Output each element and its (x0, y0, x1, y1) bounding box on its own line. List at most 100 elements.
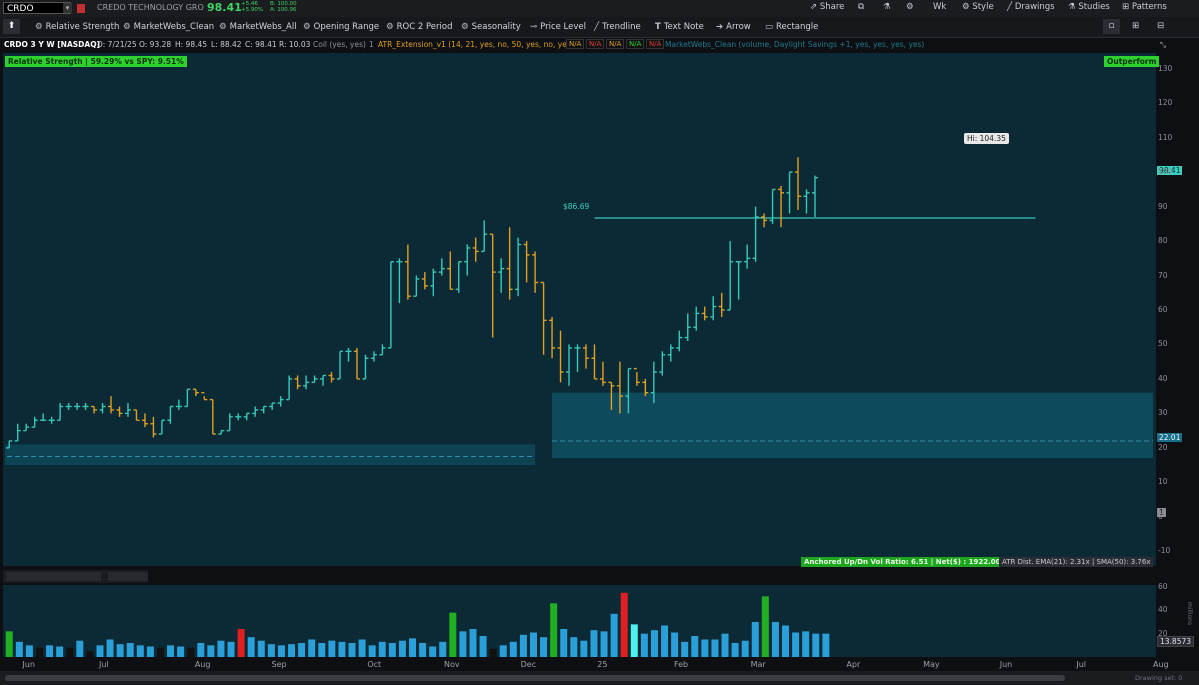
price-change: +5.46 +5.90% (241, 1, 264, 13)
price-panel[interactable] (3, 53, 1156, 566)
tool-price-level[interactable]: ⊸ Price Level (530, 22, 586, 32)
info-high: H: 98.45 (175, 40, 208, 49)
y-tick-label: 70 (1158, 270, 1168, 280)
na-badge: N/A (646, 39, 665, 49)
na-badge: N/A (586, 39, 605, 49)
x-tick-label: Jun (999, 660, 1013, 669)
info-atr: ATR_Extension_v1 (14, 21, yes, no, 50, y… (378, 40, 574, 49)
studies-button[interactable]: ⚗ Studies (1068, 2, 1110, 12)
drawings-button[interactable]: ╱ Drawings (1007, 2, 1055, 12)
symbol-input[interactable]: CRDO (3, 2, 71, 14)
volume-tick-label: 20 (1158, 628, 1168, 638)
y-tick-label: 50 (1158, 339, 1168, 349)
price-level-icon: ⊸ (530, 22, 538, 32)
x-tick-label: Jul (1076, 660, 1087, 669)
na-badge: N/A (606, 39, 625, 49)
study-icon: ⚙ (461, 22, 469, 32)
patterns-button[interactable]: ⊞ Patterns (1122, 2, 1167, 12)
drawing-set-label: Drawing set: 0 (1135, 674, 1183, 682)
tool-marketwebs-all[interactable]: ⚙ MarketWebs_All (219, 22, 297, 32)
y-tick-label: 0 (1158, 511, 1163, 521)
panel-separator (3, 570, 148, 583)
study-icon: ⚙ (35, 22, 43, 32)
info-close: C: 98.41 (245, 40, 277, 49)
info-one: 1 (369, 40, 374, 49)
anchored-vol-label: Anchored Up/Dn Vol Ratio: 6.51 | Net($) … (801, 557, 1011, 567)
y-tick-label: 80 (1158, 236, 1168, 246)
share-button[interactable]: ⇗ Share (810, 2, 844, 12)
symbol-dropdown-icon[interactable]: ▾ (63, 3, 72, 13)
tool-marketwebs-clean[interactable]: ⚙ MarketWebs_Clean (123, 22, 214, 32)
cursor-icon[interactable]: ⬆ (3, 19, 20, 34)
level-badge: 22.01 (1157, 433, 1183, 442)
y-tick-label: 130 (1158, 63, 1173, 73)
info-coil: Coil (yes, yes) (313, 40, 366, 49)
style-icon: ⚙ (962, 2, 970, 12)
tool-seasonality[interactable]: ⚙ Seasonality (461, 22, 521, 32)
tool-relative-strength[interactable]: ⚙ Relative Strength (35, 22, 119, 32)
x-tick-label: 25 (597, 660, 608, 669)
single-layout-icon[interactable]: ▫ (1103, 19, 1120, 34)
tool-opening-range[interactable]: ⚙ Opening Range (303, 22, 379, 32)
x-tick-label: Feb (673, 660, 689, 669)
x-tick-label: Aug (1153, 660, 1169, 669)
x-tick-label: Sep (271, 660, 287, 669)
share-icon: ⇗ (810, 2, 818, 12)
na-badge: N/A (566, 39, 585, 49)
volume-unit-label: millions (1186, 602, 1193, 626)
info-date: D: 7/21/25 (97, 40, 137, 49)
tool-trendline[interactable]: ╱ Trendline (594, 22, 641, 32)
info-range: R: 10.03 (279, 40, 311, 49)
top-bar: CRDO ▾ CREDO TECHNOLOGY GRO 98.41 +5.46 +… (0, 0, 1199, 18)
style-button[interactable]: ⚙ Style (962, 2, 994, 12)
period-button[interactable]: Wk (933, 2, 946, 12)
study-icon: ⚙ (219, 22, 227, 32)
rectangle-icon: ▭ (765, 22, 774, 32)
volume-tick-label: 40 (1158, 605, 1168, 615)
volume-panel[interactable] (3, 585, 1156, 657)
y-tick-label: -10 (1158, 546, 1171, 556)
info-open: O: 93.28 (139, 40, 172, 49)
flask-icon[interactable]: ⚗ (883, 2, 891, 12)
y-tick-label: 20 (1158, 442, 1168, 452)
pencil-icon: ╱ (1007, 2, 1013, 12)
relative-strength-label: Relative Strength | 59.29% vs SPY: 9.51% (5, 56, 187, 67)
flask-icon: ⚗ (1068, 2, 1076, 12)
bid-ask: B: 100.00 A: 100.96 (270, 1, 297, 13)
gear-icon[interactable]: ⚙ (906, 2, 914, 12)
drawing-toolbar: ⬆ ⚙ Relative Strength ⚙ MarketWebs_Clean ⚙… (0, 17, 1199, 38)
grid-layout-icon[interactable]: ⊞ (1132, 21, 1139, 31)
arrow-icon: ➔ (716, 22, 724, 32)
study-icon: ⚙ (386, 22, 394, 32)
tool-text-note[interactable]: T Text Note (655, 22, 704, 32)
x-tick-label: May (923, 660, 940, 669)
high-bubble: Hi: 104.35 (964, 133, 1009, 144)
y-tick-label: 100 (1158, 167, 1173, 177)
text-icon: T (655, 22, 661, 32)
y-tick-label: 90 (1158, 201, 1168, 211)
y-tick-label: 110 (1158, 132, 1173, 142)
tool-arrow[interactable]: ➔ Arrow (716, 22, 751, 32)
tool-roc[interactable]: ⚙ ROC 2 Period (386, 22, 452, 32)
alert-icon[interactable] (77, 4, 85, 13)
x-tick-label: Jul (99, 660, 109, 669)
tool-rectangle[interactable]: ▭ Rectangle (765, 22, 818, 32)
y-tick-label: 60 (1158, 305, 1168, 314)
screen-icon[interactable]: ⧉ (858, 2, 864, 12)
y-tick-label: 10 (1158, 477, 1168, 487)
info-low: L: 88.42 (211, 40, 242, 49)
last-price: 98.41 (207, 1, 242, 14)
y-tick-label: 40 (1158, 373, 1168, 383)
collapse-icon[interactable]: ⤡ (1160, 40, 1166, 50)
info-bar: CRDO 3 Y W [NASDAQ] D: 7/21/25 O: 93.28 … (0, 38, 1199, 51)
study-icon: ⚙ (303, 22, 311, 32)
outperform-label: Outperform (1104, 56, 1160, 67)
x-tick-label: Oct (367, 660, 382, 669)
x-tick-label: Mar (750, 660, 766, 669)
patterns-icon: ⊞ (1122, 2, 1130, 12)
layout-menu-icon[interactable]: ⊟ (1157, 21, 1164, 31)
scrollbar[interactable] (5, 675, 1065, 681)
study-icon: ⚙ (123, 22, 131, 32)
x-tick-label: Jun (22, 660, 35, 669)
x-tick-label: Apr (846, 660, 861, 669)
